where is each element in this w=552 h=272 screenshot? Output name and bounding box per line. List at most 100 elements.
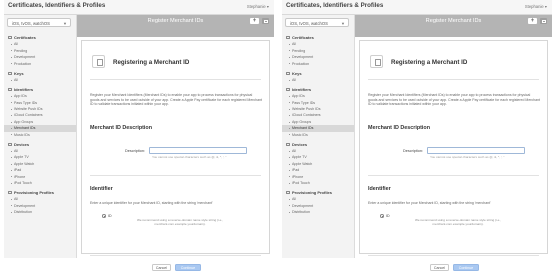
identifier-recommendation: We recommend using a reverse-domain name…	[136, 218, 224, 227]
identifier-title: Identifier	[90, 186, 113, 192]
add-button[interactable]: +	[528, 18, 537, 24]
sidebar-section-title: Certificates	[14, 35, 36, 40]
description-input[interactable]	[149, 147, 247, 154]
sidebar-item[interactable]: All	[4, 77, 76, 83]
bullet-icon	[11, 163, 12, 165]
sidebar-item-label: Apple TV	[14, 155, 29, 160]
sidebar-item-label: Development	[292, 203, 314, 208]
bullet-icon	[11, 44, 12, 46]
bullet-icon	[289, 115, 290, 117]
sidebar-item[interactable]: iPod Touch	[282, 180, 354, 186]
user-menu[interactable]: Stephanie ▾	[247, 4, 269, 9]
sidebar-section-title: Devices	[14, 141, 30, 147]
section-icon	[8, 142, 12, 146]
sidebar-item[interactable]: Distribution	[4, 209, 76, 215]
section-icon	[286, 191, 290, 195]
sidebar-section-title: Keys	[14, 70, 24, 76]
sidebar-section-title: Identifiers	[292, 86, 312, 92]
header-band: Register Merchant IDs +	[355, 15, 552, 37]
bullet-icon	[289, 199, 290, 201]
sidebar-item[interactable]: Music IDs	[282, 132, 354, 138]
bullet-icon	[289, 102, 290, 104]
bullet-icon	[289, 63, 290, 65]
divider	[368, 79, 539, 80]
bullet-icon	[11, 115, 12, 117]
section-icon	[286, 36, 290, 40]
merchant-desc-title: Merchant ID Description	[368, 125, 431, 131]
bullet-icon	[11, 176, 12, 178]
bullet-icon	[289, 134, 290, 136]
divider	[90, 79, 261, 80]
sidebar-item[interactable]: Production	[4, 61, 76, 67]
sidebar-section-title: Provisioning Profiles	[292, 189, 333, 195]
sidebar-item-label: App IDs	[292, 94, 305, 99]
sidebar-item-label: Pass Type IDs	[14, 100, 38, 105]
identifier-description: Enter a unique identifier for your Merch…	[368, 201, 491, 205]
bullet-icon	[289, 157, 290, 159]
sidebar-item-label: All	[14, 77, 18, 82]
add-button[interactable]: +	[250, 18, 259, 24]
bullet-icon	[289, 79, 290, 81]
identifier-radio[interactable]	[102, 214, 106, 218]
top-bar: Certificates, Identifiers & Profiles Ste…	[4, 0, 274, 15]
sidebar-nav: Certificates All Pending Development Product…	[4, 35, 76, 216]
sidebar-item-label: Apple Watch	[292, 161, 313, 166]
section-icon	[8, 88, 12, 92]
identifier-radio[interactable]	[380, 214, 384, 218]
cancel-button[interactable]: Cancel	[152, 264, 171, 271]
bullet-icon	[11, 150, 12, 152]
sidebar-item-label: iPhone	[292, 174, 304, 179]
platform-select[interactable]: iOS, tvOS, watchOS ▼	[7, 18, 71, 27]
sidebar-item-label: Pass Type IDs	[292, 100, 316, 105]
bullet-icon	[289, 163, 290, 165]
bullet-icon	[289, 127, 290, 129]
continue-button[interactable]: Continue	[175, 264, 201, 271]
window-icon	[541, 19, 546, 23]
section-icon	[286, 88, 290, 92]
description-input[interactable]	[427, 147, 525, 154]
bullet-icon	[11, 108, 12, 110]
section-icon	[286, 71, 290, 75]
bullet-icon	[11, 205, 12, 207]
sidebar-item-label: All	[14, 42, 18, 47]
band-title: Register Merchant IDs	[425, 17, 482, 24]
user-menu[interactable]: Stephanie ▾	[525, 4, 547, 9]
bullet-icon	[11, 79, 12, 81]
sidebar-item-label: Development	[14, 203, 36, 208]
window-icon	[263, 19, 268, 23]
sidebar-item[interactable]: Production	[282, 61, 354, 67]
identifier-radio-label: ID	[386, 213, 390, 218]
platform-select[interactable]: iOS, tvOS, watchOS ▼	[285, 18, 349, 27]
sidebar-item-label: Distribution	[14, 210, 32, 215]
sidebar-item-label: Apple TV	[292, 155, 307, 160]
bullet-icon	[11, 169, 12, 171]
sidebar-item-label: iPad	[292, 168, 300, 173]
sidebar-item-label: iPhone	[14, 174, 26, 179]
sidebar-item[interactable]: iPod Touch	[4, 180, 76, 186]
cancel-button[interactable]: Cancel	[430, 264, 449, 271]
sidebar-item-label: iCloud Containers	[292, 113, 321, 118]
divider	[368, 255, 539, 256]
bullet-icon	[11, 56, 12, 58]
sidebar-item[interactable]: Distribution	[282, 209, 354, 215]
merchant-id-icon	[370, 55, 383, 68]
sidebar-item-label: Music IDs	[14, 132, 30, 137]
register-description: Register your Merchant Identifiers (Merc…	[368, 93, 540, 107]
bullet-icon	[11, 102, 12, 104]
bullet-icon	[11, 211, 12, 213]
view-toggle-button[interactable]	[540, 18, 547, 24]
bullet-icon	[11, 50, 12, 52]
sidebar-item-label: Distribution	[292, 210, 310, 215]
bullet-icon	[289, 182, 290, 184]
sidebar-item[interactable]: All	[282, 77, 354, 83]
platform-select-label: iOS, tvOS, watchOS	[290, 21, 328, 26]
bullet-icon	[11, 182, 12, 184]
main-content: Register Merchant IDs + Registering a Me…	[77, 15, 274, 271]
sidebar-item-label: Production	[14, 61, 32, 66]
sidebar-item-label: Production	[292, 61, 310, 66]
bullet-icon	[289, 121, 290, 123]
sidebar-item[interactable]: Music IDs	[4, 132, 76, 138]
sidebar-item-label: All	[292, 77, 296, 82]
continue-button[interactable]: Continue	[453, 264, 479, 271]
view-toggle-button[interactable]	[262, 18, 269, 24]
